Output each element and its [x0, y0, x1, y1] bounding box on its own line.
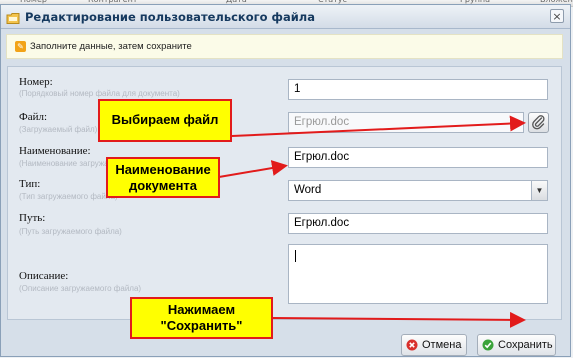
path-input[interactable]: Егрюл.doc	[288, 213, 548, 234]
edit-pencil-icon: ✎	[15, 41, 26, 52]
cancel-button[interactable]: Отмена	[401, 334, 467, 356]
type-select[interactable]: Word ▼	[288, 180, 548, 201]
notice-text: Заполните данные, затем сохраните	[30, 41, 192, 52]
folder-icon	[6, 10, 20, 24]
description-label: Описание:	[19, 270, 69, 282]
chevron-down-icon[interactable]: ▼	[531, 181, 547, 200]
file-form: Номер: (Порядковый номер файла для докум…	[7, 66, 562, 320]
paperclip-icon	[532, 115, 545, 130]
dialog-title: Редактирование пользовательского файла	[25, 10, 315, 24]
path-hint: (Путь загружаемого файла)	[19, 227, 122, 236]
dialog-titlebar[interactable]: Редактирование пользовательского файла ×	[1, 5, 570, 29]
path-label: Путь:	[19, 212, 46, 224]
description-hint: (Описание загружаемого файла)	[19, 284, 142, 293]
type-select-value: Word	[294, 184, 322, 196]
file-input[interactable]: Егрюл.doc	[288, 112, 524, 133]
callout-press-save-line1: Нажимаем	[167, 302, 236, 317]
callout-document-name-line1: Наименование	[115, 162, 211, 177]
save-button[interactable]: Сохранить	[477, 334, 556, 356]
number-hint: (Порядковый номер файла для документа)	[19, 89, 180, 98]
file-hint: (Загружаемый файл)	[19, 125, 98, 134]
checkmark-icon	[482, 339, 494, 351]
edit-file-dialog: Редактирование пользовательского файла ×…	[0, 4, 571, 357]
description-textarea[interactable]	[288, 244, 548, 304]
cancel-button-label: Отмена	[422, 339, 462, 351]
text-caret	[295, 250, 296, 262]
callout-choose-file: Выбираем файл	[98, 99, 232, 142]
notice-bar: ✎ Заполните данные, затем сохраните	[6, 34, 563, 59]
attach-file-button[interactable]	[528, 112, 549, 133]
number-label: Номер:	[19, 76, 53, 88]
callout-document-name-line2: документа	[128, 178, 198, 193]
number-input[interactable]: 1	[288, 79, 548, 100]
name-input[interactable]: Егрюл.doc	[288, 147, 548, 168]
cancel-icon	[406, 339, 418, 351]
callout-press-save-line2: "Сохранить"	[160, 318, 243, 333]
name-label: Наименование:	[19, 145, 91, 157]
type-label: Тип:	[19, 178, 41, 190]
callout-press-save: Нажимаем "Сохранить"	[130, 297, 273, 339]
save-button-label: Сохранить	[498, 339, 553, 351]
callout-choose-file-text: Выбираем файл	[111, 112, 219, 127]
type-hint: (Тип загружаемого файла)	[19, 192, 118, 201]
file-label: Файл:	[19, 111, 48, 123]
close-button[interactable]: ×	[550, 9, 564, 23]
callout-document-name: Наименование документа	[106, 157, 220, 198]
